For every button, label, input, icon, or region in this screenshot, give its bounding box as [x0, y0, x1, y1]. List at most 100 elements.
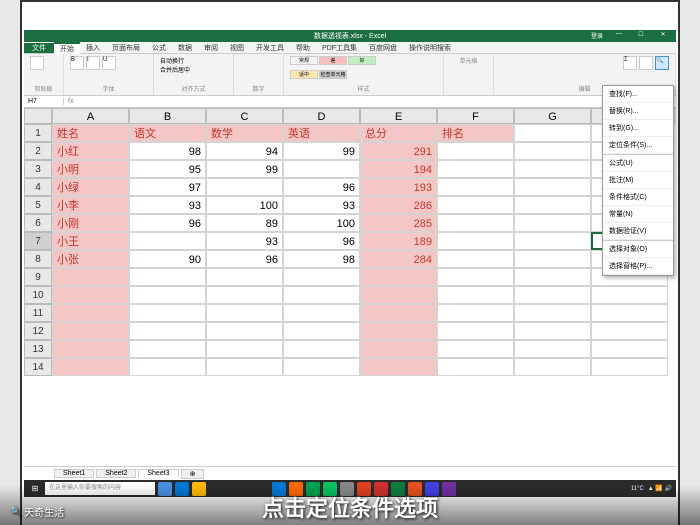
- col-e[interactable]: E: [360, 108, 437, 124]
- style-check[interactable]: 检查单元格: [319, 70, 347, 79]
- cell[interactable]: [437, 214, 514, 232]
- new-sheet-button[interactable]: ⊕: [181, 469, 205, 479]
- cell[interactable]: [52, 322, 129, 340]
- sheet-tab-1[interactable]: Sheet1: [54, 469, 94, 478]
- cell[interactable]: [514, 358, 591, 376]
- cell[interactable]: 96: [129, 214, 206, 232]
- menu-selection-pane[interactable]: 选择窗格(P)...: [603, 258, 673, 275]
- cell[interactable]: [514, 196, 591, 214]
- cell[interactable]: 285: [360, 214, 437, 232]
- cell[interactable]: 100: [206, 196, 283, 214]
- cell[interactable]: [52, 286, 129, 304]
- menu-constants[interactable]: 常量(N): [603, 206, 673, 223]
- col-a[interactable]: A: [52, 108, 129, 124]
- cell[interactable]: [514, 304, 591, 322]
- cell[interactable]: 95: [129, 160, 206, 178]
- menu-replace[interactable]: 替换(R)...: [603, 103, 673, 120]
- cell[interactable]: 97: [129, 178, 206, 196]
- cell[interactable]: [591, 340, 668, 358]
- cell[interactable]: [52, 268, 129, 286]
- cell[interactable]: 姓名: [52, 124, 129, 142]
- cell[interactable]: 小王: [52, 232, 129, 250]
- cell[interactable]: 小红: [52, 142, 129, 160]
- cell[interactable]: [206, 340, 283, 358]
- row-header[interactable]: 11: [24, 304, 52, 322]
- style-neutral[interactable]: 适中: [290, 70, 318, 79]
- cell[interactable]: [437, 304, 514, 322]
- cell[interactable]: [360, 322, 437, 340]
- cell[interactable]: 语文: [129, 124, 206, 142]
- tab-formula[interactable]: 公式: [146, 43, 172, 53]
- cell[interactable]: 194: [360, 160, 437, 178]
- cell[interactable]: [514, 286, 591, 304]
- cell[interactable]: [52, 304, 129, 322]
- cell[interactable]: [437, 250, 514, 268]
- cell[interactable]: 100: [283, 214, 360, 232]
- cell[interactable]: [437, 160, 514, 178]
- file-tab[interactable]: 文件: [24, 43, 54, 53]
- cell[interactable]: [206, 178, 283, 196]
- cell[interactable]: [514, 142, 591, 160]
- cell[interactable]: [360, 268, 437, 286]
- col-g[interactable]: G: [514, 108, 591, 124]
- cell[interactable]: [514, 340, 591, 358]
- menu-formulas[interactable]: 公式(U): [603, 155, 673, 172]
- bold-icon[interactable]: B: [70, 56, 84, 70]
- row-header[interactable]: 14: [24, 358, 52, 376]
- autosum-icon[interactable]: Σ: [623, 56, 637, 70]
- row-header[interactable]: 9: [24, 268, 52, 286]
- paste-icon[interactable]: [30, 56, 44, 70]
- cell[interactable]: [360, 340, 437, 358]
- menu-find[interactable]: 查找(F)...: [603, 86, 673, 103]
- tab-home[interactable]: 开始: [54, 42, 80, 54]
- cell[interactable]: 99: [206, 160, 283, 178]
- cell[interactable]: 总分: [360, 124, 437, 142]
- tab-view[interactable]: 视图: [224, 43, 250, 53]
- cell[interactable]: [206, 322, 283, 340]
- cell[interactable]: [283, 340, 360, 358]
- cell[interactable]: [129, 340, 206, 358]
- cell[interactable]: [129, 322, 206, 340]
- cell[interactable]: [437, 232, 514, 250]
- tab-review[interactable]: 审阅: [198, 43, 224, 53]
- cell[interactable]: [52, 358, 129, 376]
- close-button[interactable]: ✕: [654, 31, 672, 41]
- style-good[interactable]: 好: [348, 56, 376, 65]
- cell[interactable]: 89: [206, 214, 283, 232]
- tab-dev[interactable]: 开发工具: [250, 43, 290, 53]
- cell[interactable]: [360, 358, 437, 376]
- cell[interactable]: 英语: [283, 124, 360, 142]
- tab-tell-me[interactable]: 操作说明搜索: [403, 43, 457, 53]
- col-f[interactable]: F: [437, 108, 514, 124]
- cell[interactable]: [437, 142, 514, 160]
- cell[interactable]: 291: [360, 142, 437, 160]
- tab-pdf[interactable]: PDF工具集: [316, 43, 363, 53]
- cell[interactable]: 小刚: [52, 214, 129, 232]
- cell[interactable]: 96: [283, 178, 360, 196]
- cell[interactable]: [129, 286, 206, 304]
- row-header[interactable]: 13: [24, 340, 52, 358]
- row-header[interactable]: 5: [24, 196, 52, 214]
- cell[interactable]: [206, 304, 283, 322]
- cell[interactable]: [129, 358, 206, 376]
- cell[interactable]: [437, 196, 514, 214]
- menu-cond-format[interactable]: 条件格式(C): [603, 189, 673, 206]
- maximize-button[interactable]: ☐: [632, 31, 650, 41]
- fx-icon[interactable]: fx: [64, 98, 77, 105]
- wrap-text[interactable]: 自动换行: [160, 59, 184, 65]
- row-header[interactable]: 1: [24, 124, 52, 142]
- cell[interactable]: [206, 286, 283, 304]
- cell[interactable]: [283, 268, 360, 286]
- cell[interactable]: [514, 160, 591, 178]
- sheet-tab-3[interactable]: Sheet3: [138, 469, 178, 478]
- col-c[interactable]: C: [206, 108, 283, 124]
- cell[interactable]: [283, 304, 360, 322]
- select-all-corner[interactable]: [24, 108, 52, 124]
- find-select-icon[interactable]: 🔍: [655, 56, 669, 70]
- cell[interactable]: [591, 322, 668, 340]
- cell[interactable]: 94: [206, 142, 283, 160]
- cell[interactable]: [437, 340, 514, 358]
- row-header[interactable]: 12: [24, 322, 52, 340]
- cell[interactable]: [283, 160, 360, 178]
- minimize-button[interactable]: —: [610, 31, 628, 41]
